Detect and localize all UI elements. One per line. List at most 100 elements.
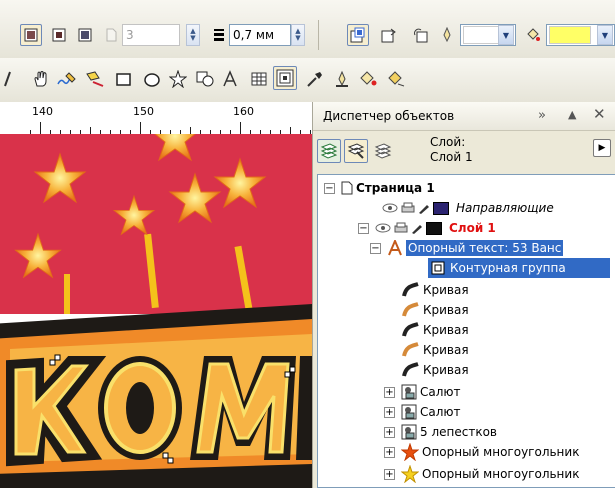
interactive-fill-tool-button[interactable] xyxy=(385,68,407,90)
eye-icon[interactable] xyxy=(375,222,391,234)
rectangle-tool-button[interactable] xyxy=(113,68,135,90)
drawing-canvas[interactable] xyxy=(0,134,312,488)
layer-manager-view-button[interactable] xyxy=(371,139,395,163)
tree-item-layer-1[interactable]: − Слой 1 xyxy=(358,218,496,238)
text-tool-button[interactable] xyxy=(219,68,241,90)
close-icon[interactable]: ✕ xyxy=(593,105,606,123)
expand-icon[interactable]: + xyxy=(384,386,395,398)
docker-titlebar: Диспетчер объектов » ▲ ✕ xyxy=(313,102,615,131)
page-icon xyxy=(341,181,353,195)
forward-one-button[interactable] xyxy=(410,24,432,46)
docker-menu-button[interactable]: ▶ xyxy=(593,139,611,157)
show-properties-button[interactable] xyxy=(317,139,341,163)
ruler-tick xyxy=(40,122,41,134)
table-tool-button[interactable] xyxy=(248,68,270,90)
lettering-artwork xyxy=(0,304,312,488)
expand-icon[interactable]: + xyxy=(384,446,395,458)
tree-item-guides-layer[interactable]: Направляющие xyxy=(382,198,554,218)
tree-item-polygon[interactable]: + Опорный многоугольник xyxy=(384,442,579,462)
to-back-icon xyxy=(381,28,396,43)
outline-tool-button[interactable] xyxy=(331,68,353,90)
collapse-docker-icon[interactable]: » xyxy=(538,108,546,123)
outline-width-field[interactable]: 0,7 мм xyxy=(229,24,291,46)
ellipse-tool-button[interactable] xyxy=(141,68,163,90)
expand-icon[interactable]: + xyxy=(384,426,395,438)
tree-item-curve[interactable]: Кривая xyxy=(402,300,469,320)
insert-page-button[interactable] xyxy=(100,24,122,46)
page-number-spinner[interactable]: ▲ ▼ xyxy=(186,24,200,46)
layer-manager-icon xyxy=(374,143,392,159)
artwork xyxy=(0,134,312,488)
outline-color-swatch xyxy=(463,26,503,44)
tree-item-curve[interactable]: Кривая xyxy=(402,340,469,360)
contour-tool-button[interactable] xyxy=(273,66,297,90)
eyedropper-tool-button[interactable] xyxy=(304,68,326,90)
to-front-button[interactable] xyxy=(347,24,369,46)
outline-width-value: 0,7 мм xyxy=(233,28,275,42)
tree-item-group[interactable]: + Салют xyxy=(384,382,461,402)
group-icon xyxy=(401,384,417,400)
expand-icon[interactable]: + xyxy=(384,468,395,480)
page-layout-button[interactable] xyxy=(20,24,42,46)
hand-icon xyxy=(34,71,47,87)
tree-item-label: Кривая xyxy=(423,343,469,357)
tree-item-label: Направляющие xyxy=(456,201,554,215)
shape-tool-button[interactable] xyxy=(2,68,14,90)
tree-item-page[interactable]: − Страница 1 xyxy=(324,178,435,198)
page-border-button[interactable] xyxy=(48,24,70,46)
tree-item-group[interactable]: + Салют xyxy=(384,402,461,422)
tree-item-label: Кривая xyxy=(423,323,469,337)
freehand-tool-button[interactable] xyxy=(56,68,78,90)
chevron-down-icon[interactable]: ▼ xyxy=(498,25,514,45)
eye-icon[interactable] xyxy=(382,202,398,214)
tree-item-curve[interactable]: Кривая xyxy=(402,280,469,300)
text-a-icon xyxy=(223,70,237,87)
edit-across-layers-button[interactable] xyxy=(344,139,368,163)
eyedropper-icon xyxy=(307,72,322,87)
pencil-icon[interactable] xyxy=(418,202,430,214)
collapse-icon[interactable]: − xyxy=(358,222,369,234)
star-tool-button[interactable] xyxy=(167,68,189,90)
outline-color-picker[interactable]: ▼ xyxy=(460,24,516,46)
pan-tool-button[interactable] xyxy=(30,68,52,90)
artistic-text-icon xyxy=(387,240,403,256)
tree-item-group[interactable]: + 5 лепестков xyxy=(384,422,497,442)
expand-icon[interactable]: + xyxy=(384,406,395,418)
page-number-field[interactable]: 3 xyxy=(122,24,180,46)
tree-item-curve[interactable]: Кривая xyxy=(402,320,469,340)
collapse-icon[interactable]: − xyxy=(370,242,381,254)
contour-group-icon xyxy=(431,261,445,275)
to-back-button[interactable] xyxy=(378,24,400,46)
object-tree: − Страница 1 Направляющие − Слой 1 − Опо… xyxy=(317,174,615,488)
fill-tool-flyout-button[interactable] xyxy=(357,68,379,90)
printer-icon[interactable] xyxy=(394,222,408,234)
tree-item-contour-group[interactable]: Контурная группа xyxy=(428,258,610,278)
curve-icon xyxy=(402,362,420,378)
tree-item-label: Опорный текст: 53 Ванс xyxy=(406,240,564,256)
chevron-down-icon[interactable]: ▼ xyxy=(597,25,613,45)
tree-item-artistic-text[interactable]: − Опорный текст: 53 Ванс xyxy=(370,238,564,258)
basic-shapes-tool-button[interactable] xyxy=(194,68,216,90)
page-icon xyxy=(24,28,38,42)
tree-item-curve[interactable]: Кривая xyxy=(402,360,469,380)
fill-color-swatch xyxy=(549,26,591,44)
outline-width-spinner[interactable]: ▲ ▼ xyxy=(291,24,305,46)
star-icon xyxy=(401,443,419,461)
freehand-icon xyxy=(57,72,76,85)
horizontal-ruler[interactable]: 140 150 160 xyxy=(0,102,341,135)
fill-tool-button[interactable] xyxy=(436,24,458,46)
shapes-icon xyxy=(196,71,214,87)
roll-up-icon[interactable]: ▲ xyxy=(568,108,576,121)
fill-color-picker[interactable]: ▼ xyxy=(546,24,615,46)
collapse-icon[interactable]: − xyxy=(324,182,335,194)
tree-item-label: Опорный многоугольник xyxy=(422,445,580,459)
pencil-icon[interactable] xyxy=(411,222,423,234)
layer-color-swatch xyxy=(433,201,449,215)
pen-nib-icon xyxy=(443,27,451,43)
smart-fill-tool-button[interactable] xyxy=(84,68,106,90)
printer-icon[interactable] xyxy=(401,202,415,214)
paint-bucket-icon xyxy=(360,71,377,86)
fill-bucket-button[interactable] xyxy=(522,24,544,46)
tree-item-polygon[interactable]: + Опорный многоугольник xyxy=(384,464,579,484)
page-frame-button[interactable] xyxy=(74,24,96,46)
